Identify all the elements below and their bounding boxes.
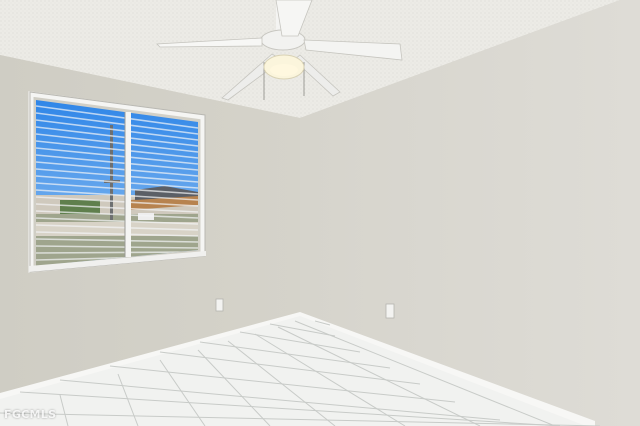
outlet-left [215, 298, 224, 312]
outlet-right [385, 303, 395, 319]
room-photo: FGCMLS [0, 0, 640, 426]
room-illustration [0, 0, 640, 426]
window [36, 100, 198, 266]
watermark: FGCMLS [4, 408, 57, 421]
